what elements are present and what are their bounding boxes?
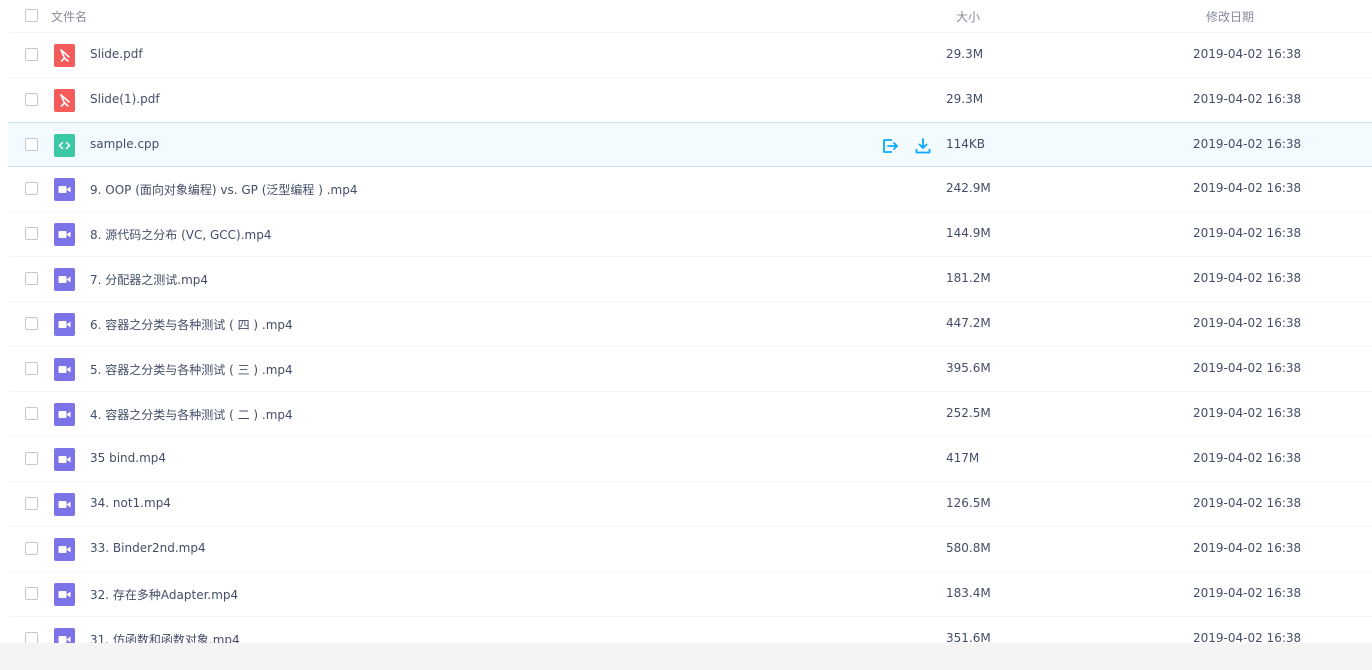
file-size: 242.9M <box>946 181 991 195</box>
file-list: 文件名 大小 修改日期 Slide.pdf 29.3M 2019-04-02 16:… <box>0 0 1372 643</box>
file-size: 417M <box>946 451 980 465</box>
file-size: 144.9M <box>946 226 991 240</box>
select-all-checkbox[interactable] <box>25 9 38 22</box>
file-row[interactable]: 34. not1.mp4 126.5M 2019-04-02 16:38 <box>8 482 1372 527</box>
file-name-link[interactable]: 8. 源代码之分布 (VC, GCC).mp4 <box>90 226 271 243</box>
video-icon <box>54 313 75 336</box>
row-checkbox[interactable] <box>25 542 38 555</box>
video-icon <box>54 178 75 201</box>
file-name-link[interactable]: 31. 仿函数和函数对象.mp4 <box>90 631 240 643</box>
file-modified-date: 2019-04-02 16:38 <box>1193 92 1302 106</box>
file-size: 395.6M <box>946 361 991 375</box>
file-row[interactable]: 4. 容器之分类与各种测试 ( 二 ) .mp4 252.5M 2019-04-02… <box>8 392 1372 437</box>
file-rows: Slide.pdf 29.3M 2019-04-02 16:38 Slide(1).p… <box>8 33 1372 643</box>
video-icon <box>54 358 75 381</box>
file-name-link[interactable]: Slide.pdf <box>90 47 143 61</box>
video-icon <box>54 538 75 561</box>
file-modified-date: 2019-04-02 16:38 <box>1193 181 1302 195</box>
file-size: 447.2M <box>946 316 991 330</box>
video-icon <box>54 628 75 643</box>
file-modified-date: 2019-04-02 16:38 <box>1193 451 1302 465</box>
file-name-link[interactable]: 34. not1.mp4 <box>90 496 171 510</box>
file-modified-date: 2019-04-02 16:38 <box>1193 137 1302 151</box>
row-checkbox[interactable] <box>25 93 38 106</box>
file-modified-date: 2019-04-02 16:38 <box>1193 226 1302 240</box>
file-size: 183.4M <box>946 586 991 600</box>
file-name-link[interactable]: 32. 存在多种Adapter.mp4 <box>90 586 238 603</box>
file-name-link[interactable]: 4. 容器之分类与各种测试 ( 二 ) .mp4 <box>90 406 293 423</box>
file-row[interactable]: 33. Binder2nd.mp4 580.8M 2019-04-02 16:38 <box>8 527 1372 572</box>
file-size: 252.5M <box>946 406 991 420</box>
file-name-link[interactable]: Slide(1).pdf <box>90 92 160 106</box>
file-modified-date: 2019-04-02 16:38 <box>1193 586 1302 600</box>
file-size: 126.5M <box>946 496 991 510</box>
file-row[interactable]: 9. OOP (面向对象编程) vs. GP (泛型编程 ) .mp4 242.9… <box>8 167 1372 212</box>
column-header-size[interactable]: 大小 <box>956 8 980 25</box>
file-row[interactable]: 35 bind.mp4 417M 2019-04-02 16:38 <box>8 437 1372 482</box>
file-modified-date: 2019-04-02 16:38 <box>1193 406 1302 420</box>
file-modified-date: 2019-04-02 16:38 <box>1193 496 1302 510</box>
file-size: 29.3M <box>946 92 984 106</box>
file-row[interactable]: 8. 源代码之分布 (VC, GCC).mp4 144.9M 2019-04-02 … <box>8 212 1372 257</box>
file-size: 29.3M <box>946 47 984 61</box>
row-checkbox[interactable] <box>25 48 38 61</box>
pdf-icon <box>54 89 75 112</box>
file-row[interactable]: sample.cpp 114KB 2019-04-02 16:38 <box>8 122 1372 167</box>
file-modified-date: 2019-04-02 16:38 <box>1193 631 1302 643</box>
video-icon <box>54 403 75 426</box>
file-name-link[interactable]: 35 bind.mp4 <box>90 451 166 465</box>
file-modified-date: 2019-04-02 16:38 <box>1193 541 1302 555</box>
video-icon <box>54 493 75 516</box>
file-size: 580.8M <box>946 541 991 555</box>
video-icon <box>54 448 75 471</box>
share-icon[interactable] <box>880 136 900 156</box>
row-checkbox[interactable] <box>25 587 38 600</box>
file-name-link[interactable]: sample.cpp <box>90 137 159 151</box>
file-size: 114KB <box>946 137 986 151</box>
file-list-header: 文件名 大小 修改日期 <box>0 0 1372 32</box>
row-checkbox[interactable] <box>25 452 38 465</box>
row-checkbox[interactable] <box>25 272 38 285</box>
file-name-link[interactable]: 6. 容器之分类与各种测试 ( 四 ) .mp4 <box>90 316 293 333</box>
file-modified-date: 2019-04-02 16:38 <box>1193 316 1302 330</box>
file-name-link[interactable]: 33. Binder2nd.mp4 <box>90 541 206 555</box>
row-checkbox[interactable] <box>25 138 38 151</box>
file-row[interactable]: 32. 存在多种Adapter.mp4 183.4M 2019-04-02 16:3… <box>8 572 1372 617</box>
row-checkbox[interactable] <box>25 497 38 510</box>
video-icon <box>54 268 75 291</box>
pdf-icon <box>54 44 75 67</box>
row-checkbox[interactable] <box>25 407 38 420</box>
file-name-link[interactable]: 9. OOP (面向对象编程) vs. GP (泛型编程 ) .mp4 <box>90 181 357 198</box>
code-icon <box>54 134 75 157</box>
file-name-link[interactable]: 7. 分配器之测试.mp4 <box>90 271 208 288</box>
file-name-link[interactable]: 5. 容器之分类与各种测试 ( 三 ) .mp4 <box>90 361 293 378</box>
file-row[interactable]: 5. 容器之分类与各种测试 ( 三 ) .mp4 395.6M 2019-04-02… <box>8 347 1372 392</box>
video-icon <box>54 583 75 606</box>
column-header-name[interactable]: 文件名 <box>51 8 87 25</box>
file-modified-date: 2019-04-02 16:38 <box>1193 271 1302 285</box>
video-icon <box>54 223 75 246</box>
file-size: 181.2M <box>946 271 991 285</box>
row-checkbox[interactable] <box>25 632 38 643</box>
row-checkbox[interactable] <box>25 227 38 240</box>
row-checkbox[interactable] <box>25 317 38 330</box>
download-icon[interactable] <box>913 136 933 156</box>
file-size: 351.6M <box>946 631 991 643</box>
file-row[interactable]: Slide(1).pdf 29.3M 2019-04-02 16:38 <box>8 78 1372 123</box>
column-header-date[interactable]: 修改日期 <box>1206 8 1254 25</box>
footer-bar <box>0 643 1372 670</box>
file-row[interactable]: 31. 仿函数和函数对象.mp4 351.6M 2019-04-02 16:38 <box>8 617 1372 643</box>
file-modified-date: 2019-04-02 16:38 <box>1193 47 1302 61</box>
file-row[interactable]: 7. 分配器之测试.mp4 181.2M 2019-04-02 16:38 <box>8 257 1372 302</box>
file-modified-date: 2019-04-02 16:38 <box>1193 361 1302 375</box>
row-checkbox[interactable] <box>25 362 38 375</box>
file-row[interactable]: 6. 容器之分类与各种测试 ( 四 ) .mp4 447.2M 2019-04-02… <box>8 302 1372 347</box>
row-checkbox[interactable] <box>25 182 38 195</box>
file-row[interactable]: Slide.pdf 29.3M 2019-04-02 16:38 <box>8 33 1372 78</box>
